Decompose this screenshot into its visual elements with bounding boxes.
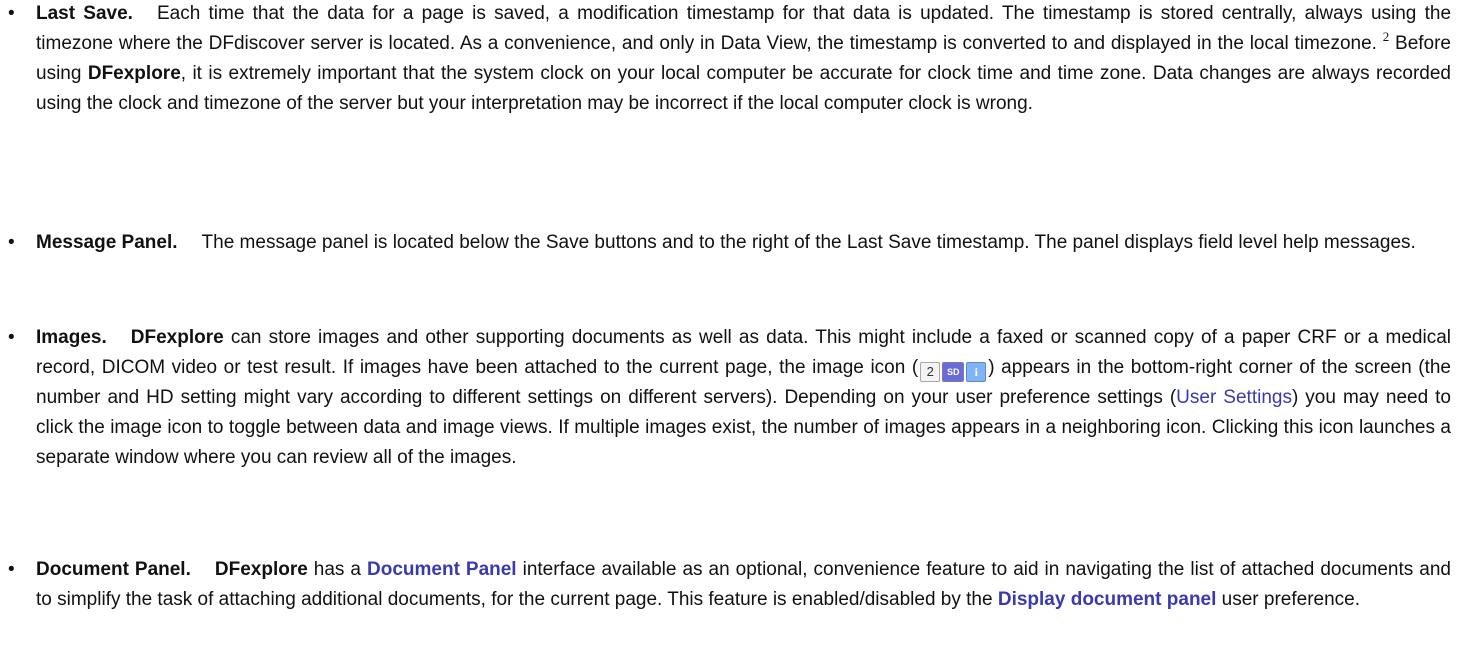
list-item-document-panel: • Document Panel. DFexplore has a Document… bbox=[8, 555, 1451, 615]
bullet-icon: • bbox=[8, 3, 15, 24]
list-item-last-save: • Last Save. Each time that the data for a… bbox=[8, 0, 1452, 119]
item-text: user preference. bbox=[1216, 589, 1361, 610]
display-document-panel-link[interactable]: Display document panel bbox=[998, 589, 1217, 610]
product-name: DFexplore bbox=[87, 63, 181, 84]
sd-quality-icon: SD bbox=[942, 362, 965, 382]
bullet-icon: • bbox=[8, 232, 15, 253]
list-item-message-panel: • Message Panel. The message panel is loca… bbox=[8, 228, 1451, 258]
document-page: • Last Save. Each time that the data for a… bbox=[0, 0, 1465, 659]
image-count-icon: 2 bbox=[920, 362, 941, 382]
user-settings-link[interactable]: User Settings bbox=[1176, 387, 1292, 408]
bullet-icon: • bbox=[8, 327, 15, 348]
bullet-icon: • bbox=[8, 559, 15, 580]
list-item-images: • Images. DFexplore can store images and o… bbox=[8, 323, 1451, 473]
item-text: The message panel is located below the S… bbox=[201, 232, 1416, 253]
term-last-save: Last Save. bbox=[36, 3, 133, 24]
image-icon-group: 2 SD i bbox=[920, 362, 987, 382]
item-text: Each time that the data for a page is sa… bbox=[36, 3, 1452, 54]
term-document-panel: Document Panel. bbox=[36, 559, 191, 580]
product-name: DFexplore bbox=[130, 327, 224, 348]
info-icon: i bbox=[966, 362, 987, 382]
product-name: DFexplore bbox=[214, 559, 308, 580]
item-text: , it is extremely important that the sys… bbox=[36, 63, 1451, 114]
document-panel-link[interactable]: Document Panel bbox=[367, 559, 517, 580]
term-message-panel: Message Panel. bbox=[36, 232, 178, 253]
term-images: Images. bbox=[36, 327, 107, 348]
item-text: has a bbox=[307, 559, 367, 580]
